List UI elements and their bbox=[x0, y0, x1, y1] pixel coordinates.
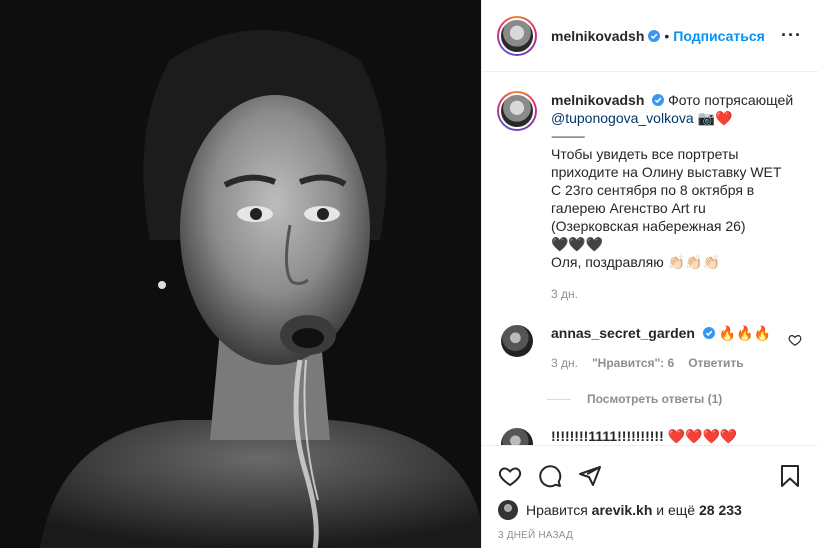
verified-badge-icon bbox=[652, 94, 665, 106]
comment-body: annas_secret_garden 🔥🔥🔥 3 дн. "Нравится"… bbox=[551, 325, 788, 370]
caption: melnikovadsh Фото потрясающей @tuponogov… bbox=[497, 91, 802, 303]
caption-text-start: Фото потрясающей bbox=[668, 92, 794, 108]
comment-avatar[interactable] bbox=[501, 325, 533, 357]
caption-time[interactable]: 3 дн. bbox=[551, 285, 802, 303]
post-timestamp[interactable]: 3 ДНЕЙ НАЗАД bbox=[498, 530, 802, 541]
post-header: melnikovadsh • Подписаться ··· bbox=[482, 0, 818, 72]
caption-dash: ⸻ bbox=[551, 128, 586, 144]
caption-avatar[interactable] bbox=[499, 93, 535, 129]
portrait-image bbox=[0, 0, 481, 548]
post-side-panel: melnikovadsh • Подписаться ··· melnikova… bbox=[481, 0, 818, 548]
comment-time[interactable]: 3 дн. bbox=[551, 356, 578, 370]
separator-dot: • bbox=[664, 27, 670, 44]
story-ring[interactable] bbox=[497, 15, 537, 56]
caption-story-ring[interactable] bbox=[497, 91, 537, 131]
like-heart-icon[interactable] bbox=[498, 464, 522, 488]
caption-body: melnikovadsh Фото потрясающей @tuponogov… bbox=[551, 91, 802, 303]
comment-avatar[interactable] bbox=[501, 428, 533, 445]
liker-avatar[interactable] bbox=[498, 500, 518, 520]
caption-line: С 23го сентября по 8 октября в bbox=[551, 182, 755, 198]
view-replies-label: Посмотреть ответы (1) bbox=[587, 392, 723, 406]
view-replies-button[interactable]: Посмотреть ответы (1) bbox=[547, 392, 802, 406]
caption-username[interactable]: melnikovadsh bbox=[551, 92, 644, 108]
comment-text: 🔥🔥🔥 bbox=[718, 325, 772, 341]
caption-mention[interactable]: @tuponogova_volkova bbox=[551, 110, 694, 126]
comment-item: !!!!!!!!1111!!!!!!!!!! ❤️❤️❤️❤️ bbox=[497, 428, 802, 445]
comment-item: annas_secret_garden 🔥🔥🔥 3 дн. "Нравится"… bbox=[497, 325, 802, 370]
post-photo[interactable] bbox=[0, 0, 481, 548]
comments-list[interactable]: melnikovadsh Фото потрясающей @tuponogov… bbox=[482, 73, 818, 445]
reply-button[interactable]: Ответить bbox=[688, 356, 743, 370]
post-modal: melnikovadsh • Подписаться ··· melnikova… bbox=[0, 0, 818, 548]
caption-line: Чтобы увидеть все портреты bbox=[551, 146, 739, 162]
comment-body: !!!!!!!!1111!!!!!!!!!! ❤️❤️❤️❤️ bbox=[551, 428, 802, 445]
caption-line: (Озерковская набережная 26) bbox=[551, 218, 746, 234]
comment-username[interactable]: !!!!!!!!1111!!!!!!!!!! bbox=[551, 428, 664, 444]
share-paper-plane-icon[interactable] bbox=[578, 464, 602, 488]
comment-text: ❤️❤️❤️❤️ bbox=[667, 428, 738, 444]
comment-bubble-icon[interactable] bbox=[538, 464, 562, 488]
comment-like-heart-icon[interactable] bbox=[788, 333, 802, 347]
liked-prefix: Нравится bbox=[526, 502, 588, 518]
liked-mid: и ещё bbox=[656, 502, 696, 518]
liked-count[interactable]: 28 233 bbox=[699, 502, 742, 518]
likes-summary: Нравится arevik.kh и ещё 28 233 bbox=[498, 500, 802, 520]
bookmark-icon[interactable] bbox=[778, 464, 802, 488]
comment-likes[interactable]: "Нравится": 6 bbox=[592, 356, 674, 370]
caption-line: приходите на Олину выставку WET bbox=[551, 164, 782, 180]
post-actions: Нравится arevik.kh и ещё 28 233 3 ДНЕЙ Н… bbox=[482, 445, 818, 541]
caption-line: галерею Агенство Art ru bbox=[551, 200, 706, 216]
comment-username[interactable]: annas_secret_garden bbox=[551, 325, 695, 341]
avatar[interactable] bbox=[499, 17, 535, 54]
liked-user[interactable]: arevik.kh bbox=[592, 502, 653, 518]
verified-badge-icon bbox=[702, 327, 715, 339]
action-icons bbox=[498, 456, 802, 496]
caption-emoji: 📷❤️ bbox=[697, 110, 733, 126]
caption-line: Оля, поздравляю 👏🏻👏🏻👏🏻 bbox=[551, 254, 720, 270]
replies-divider-line bbox=[547, 398, 571, 400]
comment-meta: 3 дн. "Нравится": 6 Ответить bbox=[551, 356, 788, 370]
follow-button[interactable]: Подписаться bbox=[673, 28, 765, 44]
more-options-icon[interactable]: ··· bbox=[781, 25, 802, 46]
verified-badge-icon bbox=[648, 29, 661, 42]
caption-line: 🖤🖤🖤 bbox=[551, 236, 604, 252]
username[interactable]: melnikovadsh bbox=[551, 28, 644, 44]
